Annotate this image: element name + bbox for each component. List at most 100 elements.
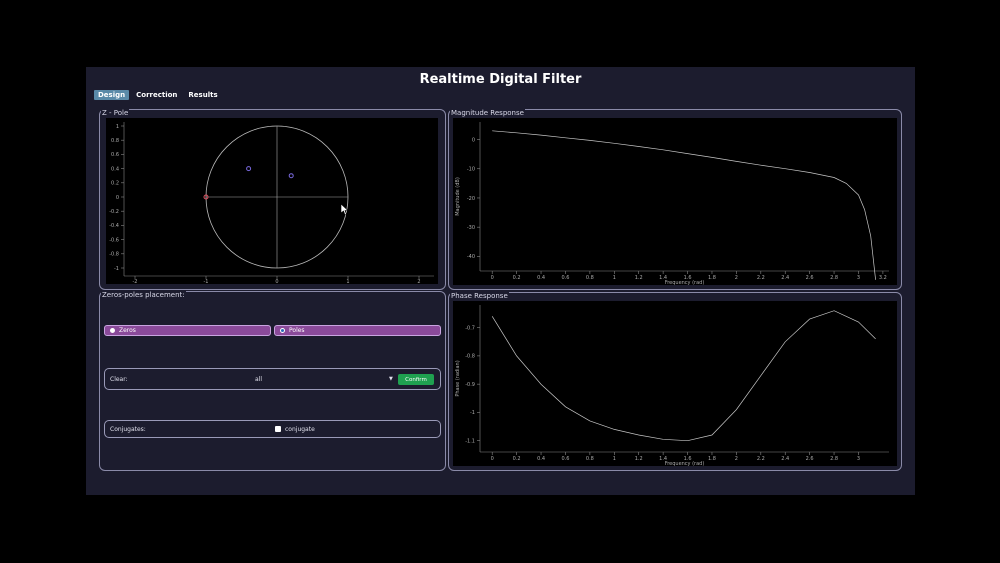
y-tick-label: -0.2 xyxy=(109,209,119,215)
x-tick-label: 0.6 xyxy=(561,275,569,281)
x-tick-label: 2.6 xyxy=(806,275,814,281)
y-tick-label: 0.2 xyxy=(111,181,119,187)
y-tick-label: -30 xyxy=(467,225,475,231)
app-window: Realtime Digital Filter Design Correctio… xyxy=(86,67,915,495)
y-axis-title: Phase (radian) xyxy=(455,360,461,396)
confirm-button[interactable]: Confirm xyxy=(398,374,434,385)
x-tick-label: 0.2 xyxy=(513,275,521,281)
y-tick-label: -1 xyxy=(470,410,475,416)
x-tick-label: 2 xyxy=(735,275,738,281)
clear-select-value: all xyxy=(255,376,263,383)
pole-marker[interactable] xyxy=(246,166,252,172)
mouse-cursor-icon xyxy=(341,204,349,216)
x-tick-label: -1 xyxy=(204,279,209,284)
y-tick-label: -0.7 xyxy=(465,325,475,331)
x-tick-label: 0.4 xyxy=(537,275,545,281)
x-tick-label: 1.2 xyxy=(635,456,643,462)
x-tick-label: 1 xyxy=(613,456,616,462)
x-tick-label: 2.6 xyxy=(806,456,814,462)
zpole-panel: Z - Pole -2 -1 0 1 2 1 0.8 0.6 0.4 0.2 0 -0.2 -0.4 -0… xyxy=(99,109,446,290)
x-tick-label: 1 xyxy=(346,279,349,284)
x-tick-label: 0.6 xyxy=(561,456,569,462)
x-tick-label: 2 xyxy=(735,456,738,462)
x-tick-label: 2.8 xyxy=(830,456,838,462)
x-tick-label: 0.2 xyxy=(513,456,521,462)
x-tick-label: 2.2 xyxy=(757,275,765,281)
y-tick-label: -0.4 xyxy=(109,223,119,229)
tab-bar: Design Correction Results xyxy=(94,90,225,100)
y-axis-title: Magnitude (dB) xyxy=(455,177,461,216)
conjugate-checkbox[interactable] xyxy=(275,426,281,432)
y-tick-label: -1 xyxy=(114,266,119,272)
x-tick-label: 0.4 xyxy=(537,456,545,462)
app-title: Realtime Digital Filter xyxy=(419,72,582,87)
y-tick-label: 0.4 xyxy=(111,166,119,172)
x-tick-label: 2.4 xyxy=(781,456,789,462)
x-tick-label: 3 xyxy=(857,275,860,281)
poles-radio-indicator xyxy=(280,328,285,333)
x-tick-label: 0 xyxy=(491,275,494,281)
y-tick-label: -1.1 xyxy=(465,438,475,444)
phase-panel-label: Phase Response xyxy=(450,292,509,300)
magnitude-plot-svg[interactable]: 0 0.2 0.4 0.6 0.8 1 1.2 1.4 1.6 1.8 2 2.2 2.4 2.6 2.8 3… xyxy=(453,118,897,286)
clear-label: Clear: xyxy=(110,376,128,383)
y-tick-label: -0.6 xyxy=(109,237,119,243)
tab-design[interactable]: Design xyxy=(94,90,130,100)
zeros-radio-indicator xyxy=(110,328,115,333)
conjugates-group: Conjugates: conjugate xyxy=(104,420,441,438)
y-tick-label: 1 xyxy=(116,124,119,130)
zeros-radio-button[interactable]: Zeros xyxy=(104,325,271,336)
x-tick-label: 1.8 xyxy=(708,275,716,281)
magnitude-panel-label: Magnitude Response xyxy=(450,109,525,117)
y-tick-label: -0.8 xyxy=(109,252,119,258)
tab-correction[interactable]: Correction xyxy=(132,90,181,100)
magnitude-plot[interactable]: 0 0.2 0.4 0.6 0.8 1 1.2 1.4 1.6 1.8 2 2.2 2.4 2.6 2.8 3… xyxy=(453,118,897,286)
x-tick-label: 0 xyxy=(275,279,278,284)
phase-plot[interactable]: 0 0.2 0.4 0.6 0.8 1 1.2 1.4 1.6 1.8 2 2.2 2.4 2.6 2.8 3… xyxy=(453,301,897,467)
zpole-panel-label: Z - Pole xyxy=(101,109,130,117)
x-tick-label: 1.8 xyxy=(708,456,716,462)
y-tick-label: -20 xyxy=(467,196,475,202)
x-tick-label: 0 xyxy=(491,456,494,462)
poles-radio-button[interactable]: Poles xyxy=(274,325,441,336)
x-tick-label: 0.8 xyxy=(586,275,594,281)
y-tick-label: -0.8 xyxy=(465,354,475,360)
y-tick-label: 0.6 xyxy=(111,152,119,158)
chevron-down-icon: ▼ xyxy=(389,376,393,382)
zpole-plot-svg[interactable]: -2 -1 0 1 2 1 0.8 0.6 0.4 0.2 0 -0.2 -0.4 -0.6 -0.8 -1 xyxy=(106,118,438,285)
x-tick-label: 2.2 xyxy=(757,456,765,462)
zeros-radio-label: Zeros xyxy=(119,327,136,334)
x-tick-label: 2.8 xyxy=(830,275,838,281)
x-tick-label: 2 xyxy=(417,279,420,284)
clear-select[interactable]: all ▼ xyxy=(255,376,395,383)
x-axis-title: Frequency (rad) xyxy=(665,280,705,285)
pole-marker[interactable] xyxy=(288,173,294,179)
x-axis-title: Frequency (rad) xyxy=(665,461,705,466)
y-tick-label: 0 xyxy=(116,195,119,201)
phase-plot-svg[interactable]: 0 0.2 0.4 0.6 0.8 1 1.2 1.4 1.6 1.8 2 2.2 2.4 2.6 2.8 3… xyxy=(453,301,897,467)
x-tick-label: 1.2 xyxy=(635,275,643,281)
conjugates-label: Conjugates: xyxy=(110,426,146,433)
conjugate-checkbox-label: conjugate xyxy=(285,426,315,433)
magnitude-panel: Magnitude Response 0 0.2 0.4 0.6 0.8 1 1.2 1.4 1… xyxy=(448,109,902,290)
y-tick-label: -40 xyxy=(467,254,475,260)
response-curve xyxy=(492,130,876,280)
poles-radio-label: Poles xyxy=(289,327,305,334)
zeros-poles-panel-label: Zeros-poles placement: xyxy=(101,291,186,299)
y-tick-label: -10 xyxy=(467,167,475,173)
response-curve xyxy=(491,310,876,442)
x-tick-label: 0.8 xyxy=(586,456,594,462)
y-tick-label: 0 xyxy=(472,137,475,143)
x-tick-label: 1 xyxy=(613,275,616,281)
x-tick-label: 2.4 xyxy=(781,275,789,281)
y-tick-label: -0.9 xyxy=(465,382,475,388)
x-tick-label: -2 xyxy=(133,279,138,284)
zeros-poles-panel: Zeros-poles placement: Zeros Poles Clear… xyxy=(99,291,446,471)
x-tick-label: 3.2 xyxy=(879,275,887,281)
phase-panel: Phase Response 0 0.2 0.4 0.6 0.8 1 1.2 1.4 1.6 1.… xyxy=(448,292,902,471)
x-tick-label: 3 xyxy=(857,456,860,462)
y-tick-label: 0.8 xyxy=(111,138,119,144)
zpole-plot[interactable]: -2 -1 0 1 2 1 0.8 0.6 0.4 0.2 0 -0.2 -0.4 -0.6 -0.8 -1 xyxy=(106,118,438,285)
tab-results[interactable]: Results xyxy=(184,90,221,100)
clear-group: Clear: all ▼ Confirm xyxy=(104,368,441,390)
